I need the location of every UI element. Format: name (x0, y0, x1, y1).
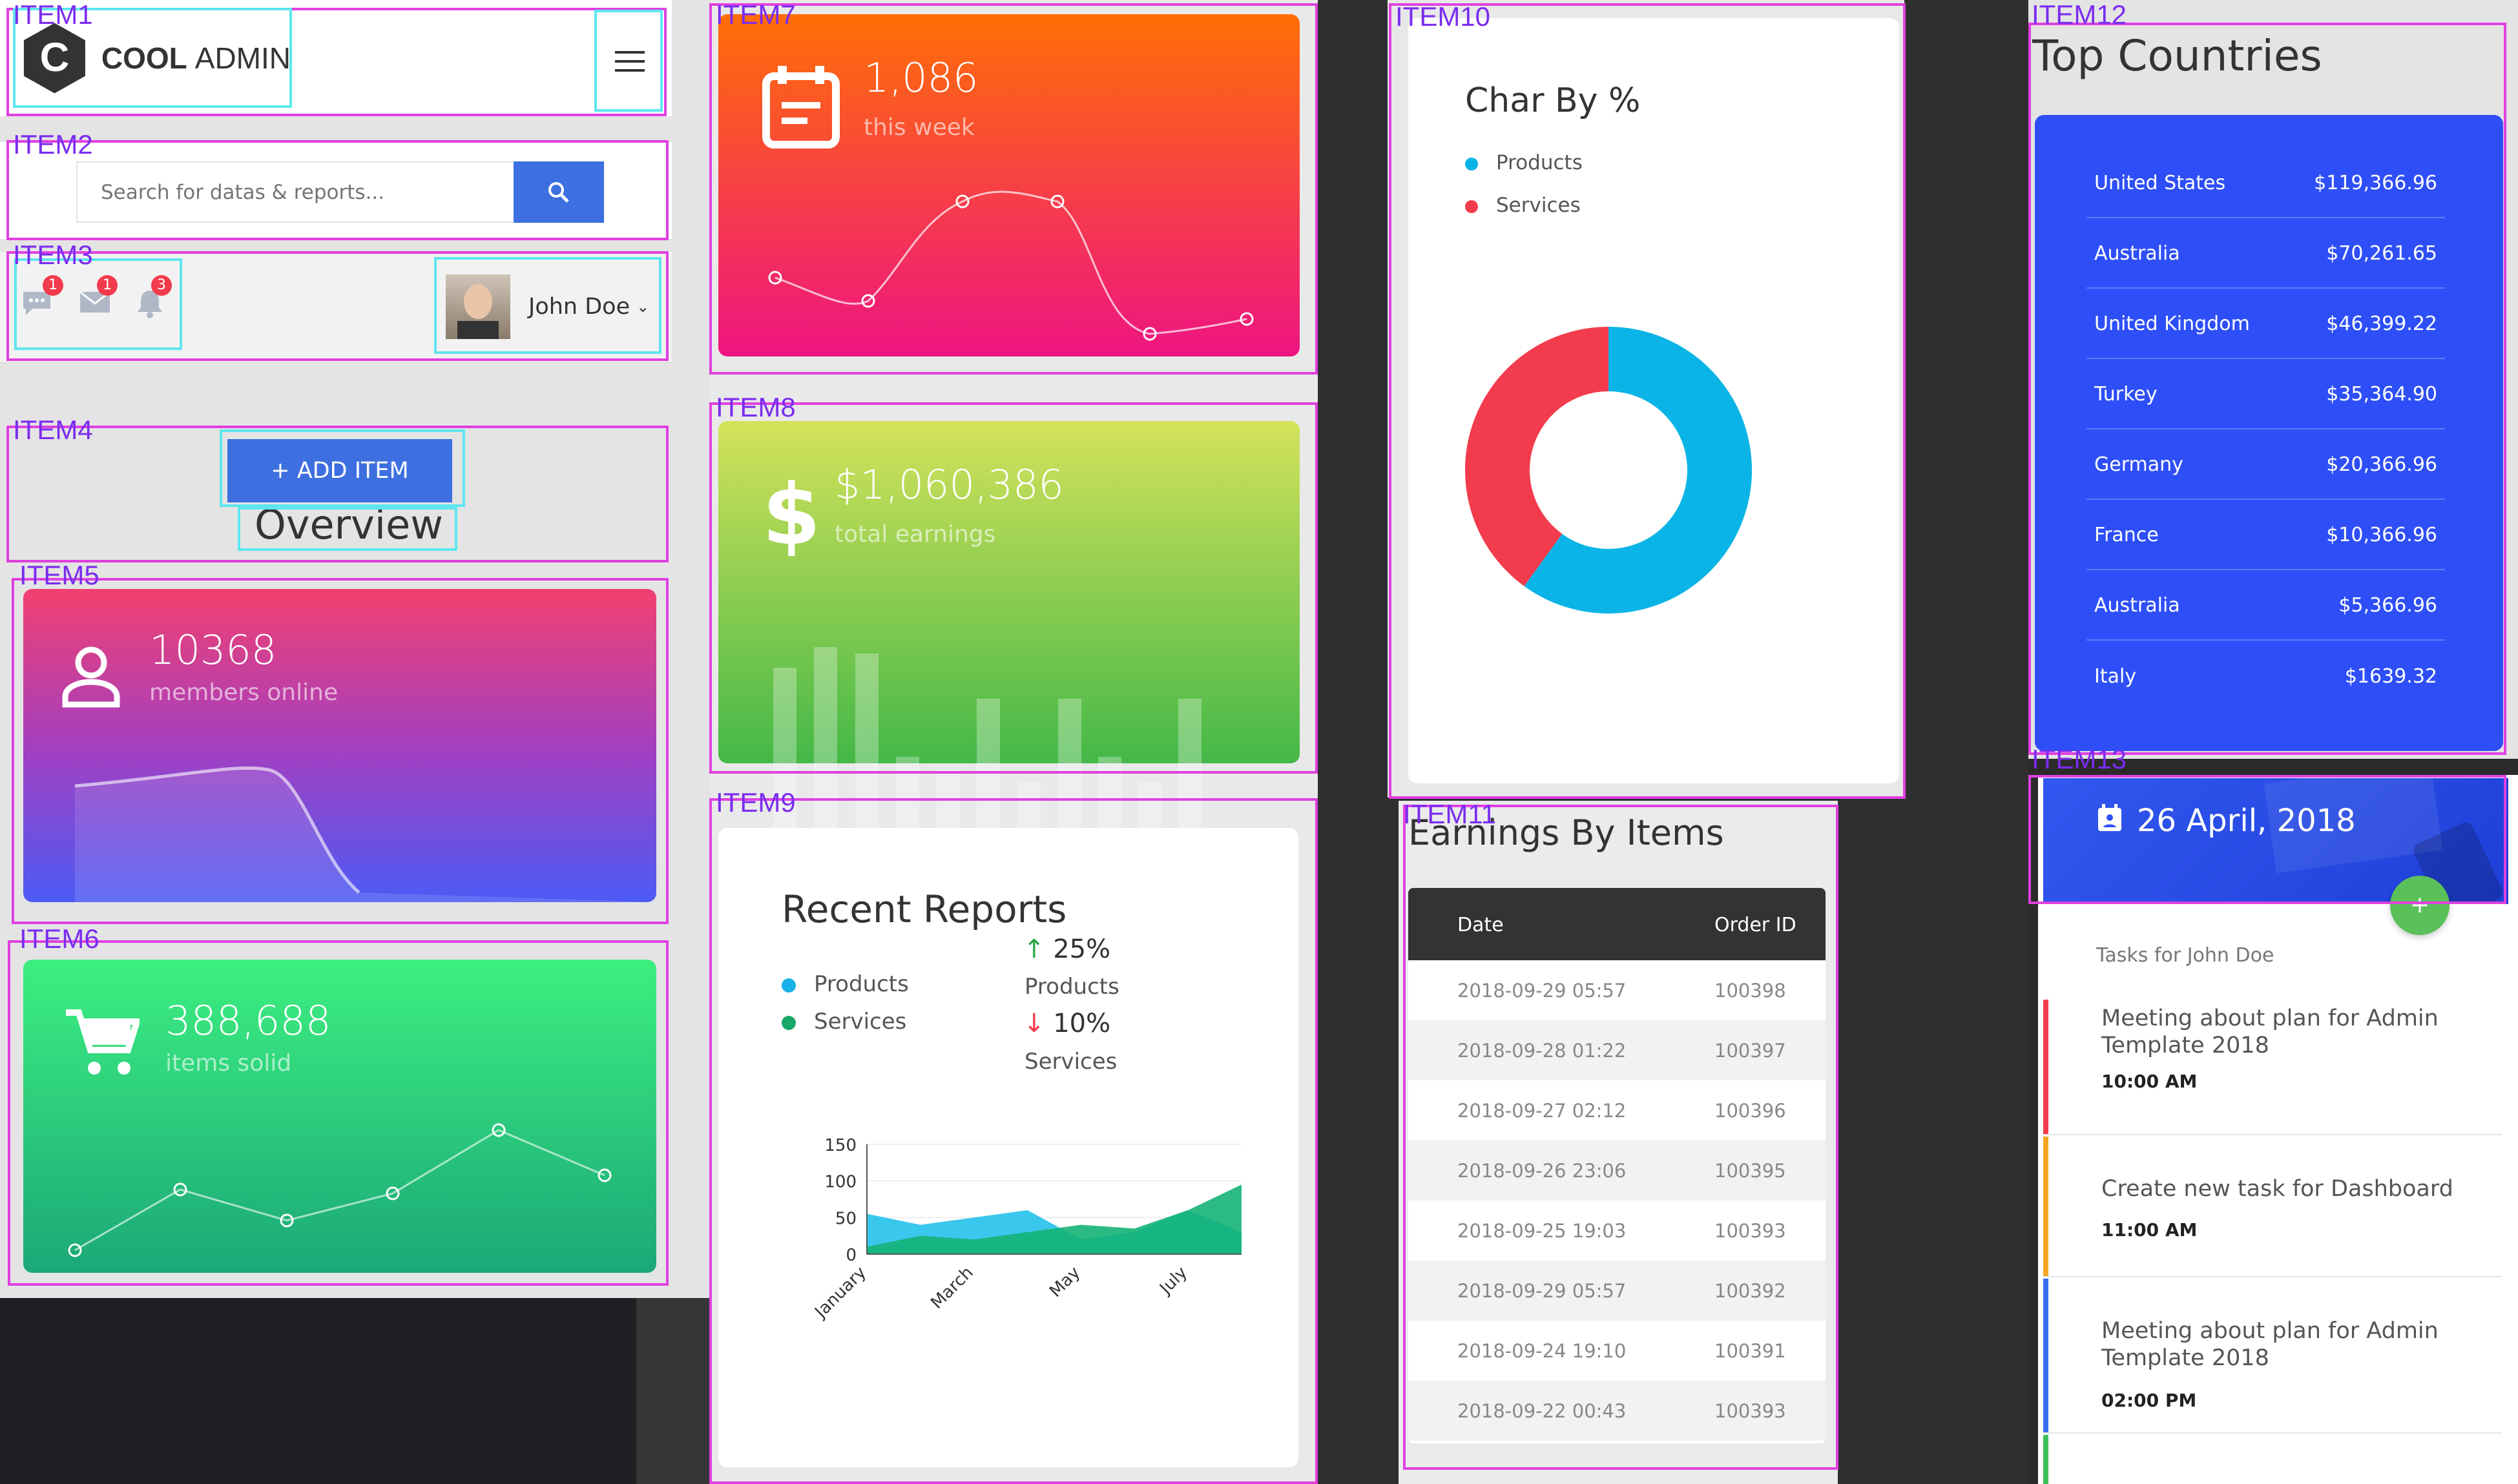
item-label-3: ITEM3 (13, 240, 93, 270)
highlight-item7 (709, 3, 1318, 375)
task-item[interactable]: Meeting about plan for Admin Template 20… (2043, 1279, 2502, 1434)
item-label-11: ITEM11 (1403, 799, 1496, 829)
task-title: Meeting about plan for Admin Template 20… (2101, 1318, 2439, 1371)
left-column-dark-bottom (0, 1298, 711, 1484)
highlight-overview (238, 507, 457, 551)
task-item (2043, 1435, 2502, 1484)
tasks-list: Meeting about plan for Admin Template 20… (2043, 1000, 2502, 1484)
item-label-6: ITEM6 (19, 923, 99, 954)
item-label-13: ITEM13 (2032, 744, 2127, 774)
item-label-7: ITEM7 (716, 0, 796, 30)
highlight-add-item (220, 429, 465, 507)
highlight-item10 (1389, 3, 1906, 799)
item-label-1: ITEM1 (13, 0, 93, 30)
highlight-item12 (2028, 23, 2506, 755)
task-time: 11:00 AM (2101, 1219, 2198, 1241)
item-label-2: ITEM2 (13, 129, 93, 160)
task-time: 10:00 AM (2101, 1071, 2198, 1092)
item-label-8: ITEM8 (716, 392, 796, 422)
highlight-item5 (12, 578, 669, 924)
highlight-menu (594, 10, 663, 112)
tasks-subtitle: Tasks for John Doe (2096, 944, 2274, 967)
highlight-item13 (2028, 775, 2506, 904)
task-title: Create new task for Dashboard (2101, 1176, 2453, 1202)
task-color-bar (2043, 1137, 2048, 1276)
task-color-bar (2043, 1000, 2048, 1134)
task-item[interactable]: Meeting about plan for Admin Template 20… (2043, 1000, 2502, 1135)
task-item[interactable]: Create new task for Dashboard 11:00 AM (2043, 1137, 2502, 1277)
item-label-9: ITEM9 (716, 787, 796, 818)
highlight-item9 (709, 798, 1318, 1484)
task-color-bar (2043, 1279, 2048, 1432)
highlight-user (434, 257, 661, 354)
item-label-12: ITEM12 (2032, 0, 2127, 30)
highlight-item8 (709, 402, 1318, 774)
highlight-item2 (6, 140, 669, 240)
item-label-10: ITEM10 (1395, 1, 1491, 32)
task-color-bar (2043, 1435, 2048, 1484)
task-title: Meeting about plan for Admin Template 20… (2101, 1005, 2439, 1058)
highlight-item6 (8, 940, 669, 1286)
task-time: 02:00 PM (2101, 1390, 2197, 1411)
highlight-notifications (14, 258, 182, 350)
item-label-4: ITEM4 (13, 415, 93, 445)
highlight-item11 (1403, 805, 1838, 1470)
item-label-5: ITEM5 (19, 560, 99, 590)
middle-left-dark-strip (636, 1298, 711, 1484)
